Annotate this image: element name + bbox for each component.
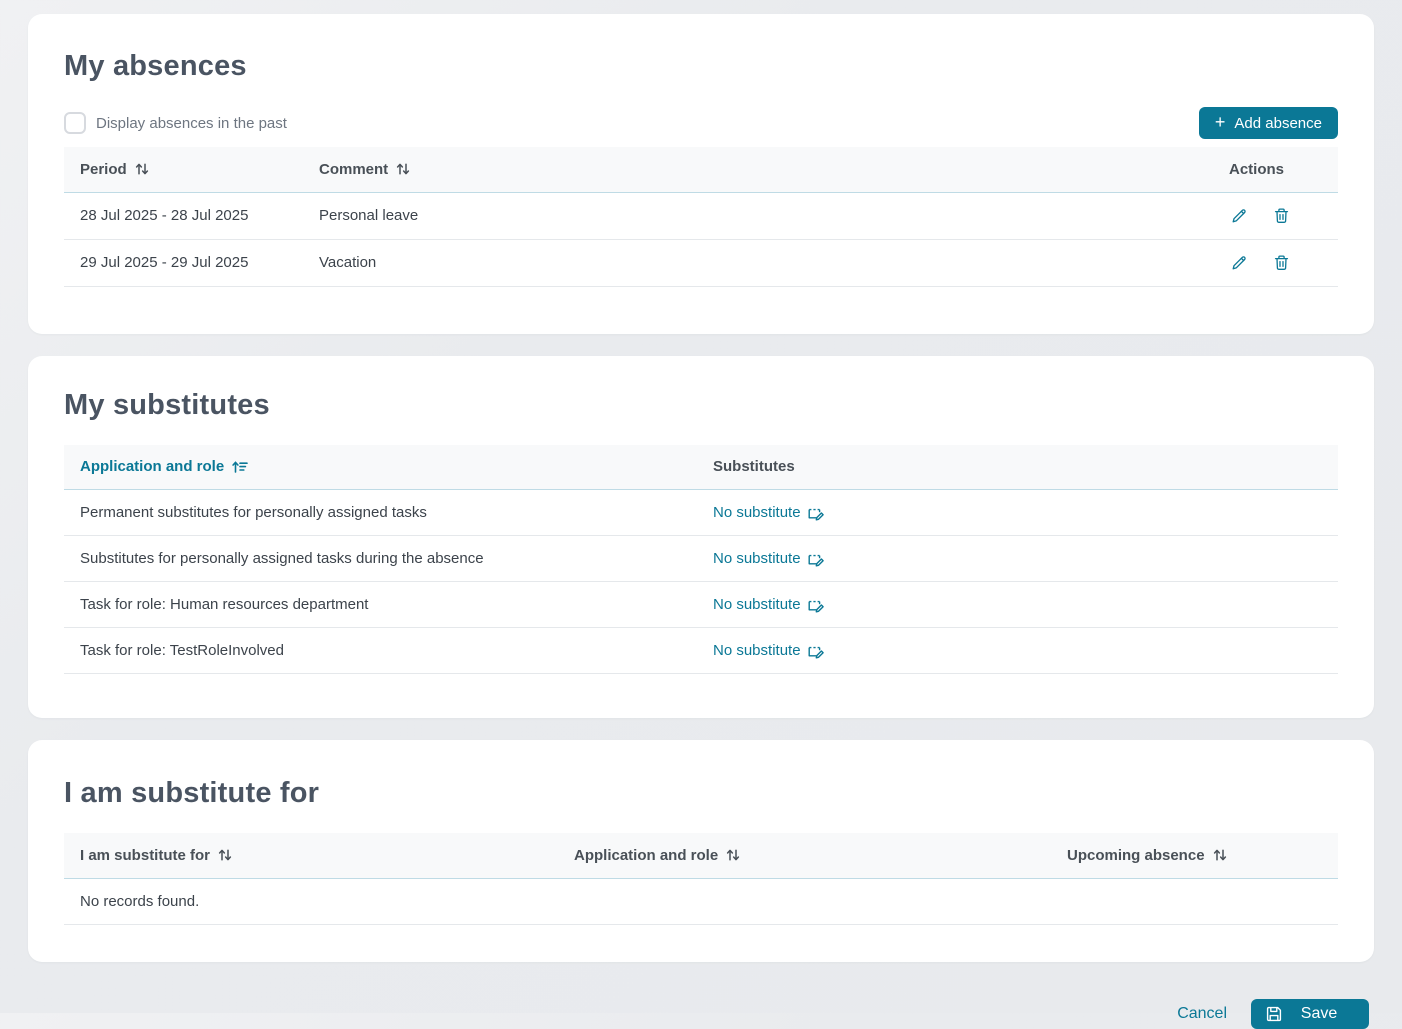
- absences-table: Period Comment Actions: [64, 147, 1338, 287]
- edit-absence-button[interactable]: [1229, 253, 1249, 273]
- column-header-upcoming-absence[interactable]: Upcoming absence: [1051, 833, 1338, 878]
- no-substitute-link[interactable]: No substitute: [713, 596, 825, 613]
- display-past-absences-checkbox[interactable]: Display absences in the past: [64, 112, 287, 134]
- substitute-for-table: I am substitute for Application and role: [64, 833, 1338, 925]
- sort-icon[interactable]: [395, 161, 411, 177]
- substitutes-table: Application and role Substitutes Permane…: [64, 445, 1338, 675]
- empty-row: No records found.: [64, 878, 1338, 924]
- i-am-substitute-for-title: I am substitute for: [64, 777, 1338, 810]
- column-header-application-role[interactable]: Application and role: [64, 445, 697, 490]
- absence-settings-page: My absences Display absences in the past…: [0, 0, 1402, 1029]
- delete-absence-button[interactable]: [1271, 253, 1291, 273]
- my-absences-title: My absences: [64, 50, 1338, 83]
- trash-icon: [1273, 254, 1290, 272]
- absence-row: 28 Jul 2025 - 28 Jul 2025 Personal leave: [64, 192, 1338, 239]
- save-button[interactable]: Save: [1251, 999, 1369, 1029]
- substitute-row: Task for role: Human resources departmen…: [64, 582, 1338, 628]
- substitute-scope: Task for role: TestRoleInvolved: [64, 628, 697, 674]
- edit-substitute-icon: [807, 597, 825, 613]
- empty-message: No records found.: [64, 878, 1338, 924]
- checkbox-icon[interactable]: [64, 112, 86, 134]
- no-substitute-link[interactable]: No substitute: [713, 504, 825, 521]
- substitute-row: Substitutes for personally assigned task…: [64, 536, 1338, 582]
- trash-icon: [1273, 207, 1290, 225]
- sort-icon[interactable]: [1212, 847, 1228, 863]
- sort-icon[interactable]: [725, 847, 741, 863]
- edit-substitute-icon: [807, 505, 825, 521]
- my-absences-card: My absences Display absences in the past…: [28, 14, 1374, 334]
- pencil-icon: [1230, 207, 1248, 225]
- column-header-actions: Actions: [1213, 147, 1338, 192]
- pencil-icon: [1230, 254, 1248, 272]
- no-substitute-link[interactable]: No substitute: [713, 642, 825, 659]
- absence-comment: Personal leave: [303, 192, 1213, 239]
- column-header-application-role[interactable]: Application and role: [558, 833, 1051, 878]
- sort-icon[interactable]: [217, 847, 233, 863]
- absence-period: 28 Jul 2025 - 28 Jul 2025: [64, 192, 303, 239]
- column-header-comment[interactable]: Comment: [303, 147, 1213, 192]
- absence-row: 29 Jul 2025 - 29 Jul 2025 Vacation: [64, 239, 1338, 286]
- my-substitutes-title: My substitutes: [64, 389, 1338, 422]
- my-substitutes-card: My substitutes Application and role Subs…: [28, 356, 1374, 719]
- substitute-scope: Substitutes for personally assigned task…: [64, 536, 697, 582]
- i-am-substitute-for-card: I am substitute for I am substitute for: [28, 740, 1374, 962]
- add-absence-button[interactable]: + Add absence: [1199, 107, 1338, 139]
- absence-period: 29 Jul 2025 - 29 Jul 2025: [64, 239, 303, 286]
- substitute-row: Task for role: TestRoleInvolved No subst…: [64, 628, 1338, 674]
- substitute-scope: Permanent substitutes for personally ass…: [64, 490, 697, 536]
- save-icon: [1265, 1005, 1283, 1023]
- edit-substitute-icon: [807, 551, 825, 567]
- column-header-substitutes: Substitutes: [697, 445, 1338, 490]
- substitute-row: Permanent substitutes for personally ass…: [64, 490, 1338, 536]
- substitute-scope: Task for role: Human resources departmen…: [64, 582, 697, 628]
- edit-absence-button[interactable]: [1229, 206, 1249, 226]
- no-substitute-link[interactable]: No substitute: [713, 550, 825, 567]
- add-absence-label: Add absence: [1234, 115, 1322, 132]
- cancel-button[interactable]: Cancel: [1177, 1005, 1227, 1023]
- sort-icon[interactable]: [134, 161, 150, 177]
- column-header-period[interactable]: Period: [64, 147, 303, 192]
- edit-substitute-icon: [807, 643, 825, 659]
- plus-icon: +: [1215, 113, 1226, 131]
- absences-toolbar: Display absences in the past + Add absen…: [64, 107, 1338, 139]
- column-header-i-am-substitute-for[interactable]: I am substitute for: [64, 833, 558, 878]
- sort-ascending-icon[interactable]: [231, 459, 248, 475]
- absence-comment: Vacation: [303, 239, 1213, 286]
- delete-absence-button[interactable]: [1271, 206, 1291, 226]
- page-footer: Cancel Save: [28, 999, 1369, 1029]
- checkbox-label: Display absences in the past: [96, 115, 287, 132]
